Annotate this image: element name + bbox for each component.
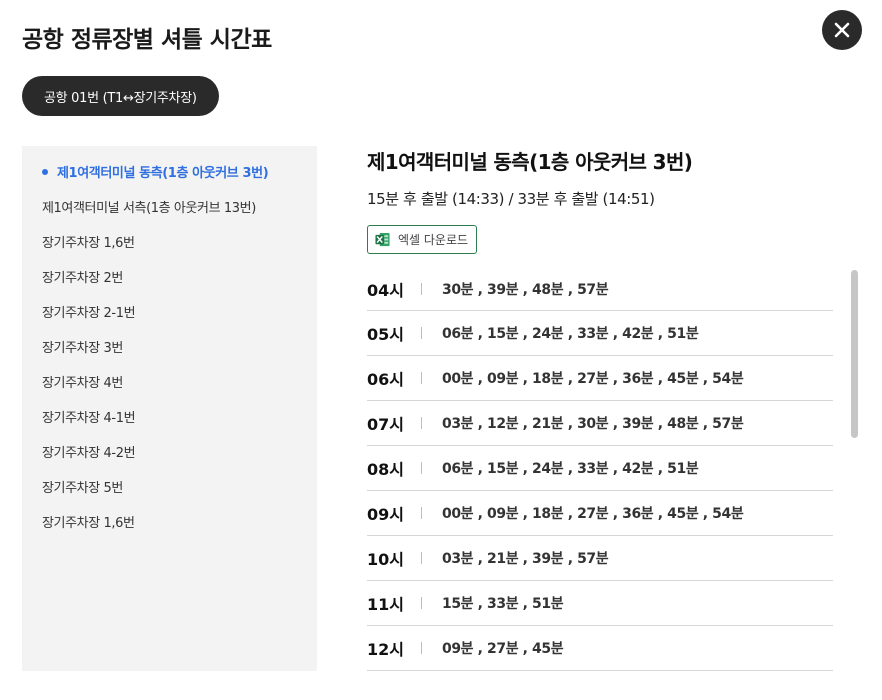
row-divider	[421, 282, 422, 295]
timetable-row: 04시 30분 , 39분 , 48분 , 57분	[367, 267, 833, 311]
stop-item-label: 장기주차장 2-1번	[42, 306, 136, 321]
timetable-hour: 12시	[367, 640, 404, 659]
row-divider	[421, 327, 422, 339]
stop-item[interactable]: 장기주차장 5번	[22, 469, 317, 504]
timetable-row: 11시 15분 , 33분 , 51분	[367, 581, 833, 626]
stop-item-label: 장기주차장 3번	[42, 341, 123, 356]
timetable-minutes: 03분 , 12분 , 21분 , 30분 , 39분 , 48분 , 57분	[442, 416, 744, 432]
stop-detail: 제1여객터미널 동측(1층 아웃커브 3번) 15분 후 출발 (14:33) …	[367, 146, 833, 254]
timetable-minutes: 06분 , 15분 , 24분 , 33분 , 42분 , 51분	[442, 326, 699, 342]
row-divider	[421, 642, 422, 654]
timetable-minutes: 06분 , 15분 , 24분 , 33분 , 42분 , 51분	[442, 461, 699, 477]
stop-item[interactable]: 장기주차장 4번	[22, 364, 317, 399]
timetable-hour: 05시	[367, 325, 404, 344]
stop-item[interactable]: 장기주차장 2-1번	[22, 294, 317, 329]
timetable-row: 10시 03분 , 21분 , 39분 , 57분	[367, 536, 833, 581]
stop-item-label: 장기주차장 4-2번	[42, 446, 136, 461]
stop-item-label: 장기주차장 4번	[42, 376, 123, 391]
stop-item-label: 제1여객터미널 동측(1층 아웃커브 3번)	[57, 166, 269, 181]
row-divider	[421, 507, 422, 519]
stop-item-label: 장기주차장 1,6번	[42, 236, 135, 251]
stop-item[interactable]: 제1여객터미널 동측(1층 아웃커브 3번)	[22, 154, 317, 189]
close-button[interactable]	[822, 10, 862, 50]
stop-item-label: 장기주차장 4-1번	[42, 411, 136, 426]
timetable-minutes: 00분 , 09분 , 18분 , 27분 , 36분 , 45분 , 54분	[442, 506, 744, 522]
stop-item[interactable]: 장기주차장 4-2번	[22, 434, 317, 469]
stop-item-label: 제1여객터미널 서측(1층 아웃커브 13번)	[42, 201, 256, 216]
route-selector-button[interactable]: 공항 01번 (T1↔장기주차장)	[22, 76, 219, 116]
excel-download-button[interactable]: 엑셀 다운로드	[367, 225, 478, 254]
timetable-hour: 07시	[367, 415, 404, 434]
stop-item-label: 장기주차장 1,6번	[42, 516, 135, 531]
timetable-minutes: 03분 , 21분 , 39분 , 57분	[442, 551, 609, 567]
row-divider	[421, 597, 422, 609]
timetable-hour: 04시	[367, 280, 404, 300]
next-departure-text: 15분 후 출발 (14:33) / 33분 후 출발 (14:51)	[367, 190, 655, 208]
timetable-hour: 11시	[367, 595, 404, 614]
timetable-minutes: 15분 , 33분 , 51분	[442, 596, 564, 612]
row-divider	[421, 417, 422, 429]
timetable-hour: 09시	[367, 505, 404, 524]
stop-item[interactable]: 장기주차장 3번	[22, 329, 317, 364]
timetable-minutes: 00분 , 09분 , 18분 , 27분 , 36분 , 45분 , 54분	[442, 371, 744, 387]
timetable-hour: 10시	[367, 550, 404, 569]
page-title: 공항 정류장별 셔틀 시간표	[22, 27, 272, 53]
timetable-scrollbar[interactable]	[851, 270, 858, 438]
active-dot	[42, 168, 48, 175]
timetable-row: 08시 06분 , 15분 , 24분 , 33분 , 42분 , 51분	[367, 446, 833, 491]
timetable-row: 05시 06분 , 15분 , 24분 , 33분 , 42분 , 51분	[367, 311, 833, 356]
timetable-row: 06시 00분 , 09분 , 18분 , 27분 , 36분 , 45분 , 5…	[367, 356, 833, 401]
stop-item[interactable]: 장기주차장 2번	[22, 259, 317, 294]
timetable-minutes: 30분 , 39분 , 48분 , 57분	[442, 281, 609, 298]
stop-item-label: 장기주차장 5번	[42, 481, 123, 496]
stop-item[interactable]: 장기주차장 1,6번	[22, 504, 317, 539]
stop-item[interactable]: 장기주차장 1,6번	[22, 224, 317, 259]
stop-detail-title: 제1여객터미널 동측(1층 아웃커브 3번)	[367, 150, 693, 174]
excel-icon	[375, 232, 390, 247]
timetable-hour: 08시	[367, 460, 404, 479]
stop-list: 제1여객터미널 동측(1층 아웃커브 3번) 제1여객터미널 서측(1층 아웃커…	[22, 146, 317, 671]
timetable-row: 07시 03분 , 12분 , 21분 , 30분 , 39분 , 48분 , 5…	[367, 401, 833, 446]
stop-item[interactable]: 장기주차장 4-1번	[22, 399, 317, 434]
timetable-row: 12시 09분 , 27분 , 45분	[367, 626, 833, 671]
excel-download-label: 엑셀 다운로드	[398, 233, 469, 247]
row-divider	[421, 552, 422, 564]
timetable-row: 09시 00분 , 09분 , 18분 , 27분 , 36분 , 45분 , 5…	[367, 491, 833, 536]
timetable: 04시 30분 , 39분 , 48분 , 57분 05시 06분 , 15분 , …	[367, 267, 833, 677]
row-divider	[421, 372, 422, 384]
timetable-hour: 06시	[367, 370, 404, 389]
row-divider	[421, 462, 422, 474]
timetable-minutes: 09분 , 27분 , 45분	[442, 641, 564, 657]
stop-item[interactable]: 제1여객터미널 서측(1층 아웃커브 13번)	[22, 189, 317, 224]
close-icon	[834, 22, 850, 38]
stop-item-label: 장기주차장 2번	[42, 271, 123, 286]
